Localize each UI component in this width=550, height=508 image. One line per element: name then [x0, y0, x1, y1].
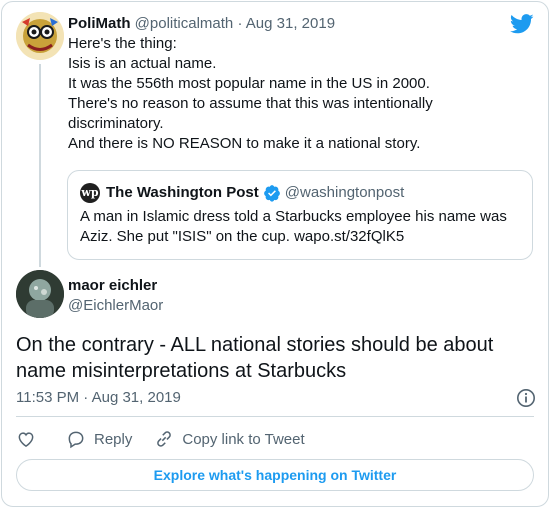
tweet-date[interactable]: Aug 31, 2019: [92, 389, 181, 406]
info-icon[interactable]: [516, 388, 536, 408]
reply-bubble-icon: [68, 431, 84, 449]
quoted-author-name: The Washington Post: [106, 184, 259, 201]
reply-label: Reply: [94, 430, 133, 448]
tweet-line: And there is NO REASON to make it a nati…: [68, 135, 421, 152]
tweet-line: Here's the thing:: [68, 35, 177, 52]
parent-tweet-text: Here's the thing: Isis is an actual name…: [68, 34, 536, 154]
parent-tweet-header: PoliMath @politicalmath · Aug 31, 2019: [68, 14, 536, 34]
tweet-time[interactable]: 11:53 PM: [16, 389, 79, 406]
heart-icon: [18, 432, 34, 447]
tweet-line: Isis is an actual name.: [68, 55, 217, 72]
verified-badge-icon: [263, 185, 280, 202]
tweet-timestamp: 11:53 PM · Aug 31, 2019: [16, 388, 536, 408]
tweet-actions: Reply Copy link to Tweet: [16, 428, 327, 450]
tweet-line: It was the 556th most popular name in th…: [68, 75, 430, 92]
like-button[interactable]: [16, 429, 44, 449]
avatar-photo: [16, 270, 64, 318]
copy-link-button[interactable]: Copy link to Tweet: [154, 429, 305, 449]
washington-post-logo-icon: wp: [80, 183, 100, 203]
separator: ·: [237, 15, 243, 32]
explore-twitter-button[interactable]: Explore what's happening on Twitter: [16, 459, 534, 491]
quoted-author-handle: @washingtonpost: [284, 184, 405, 201]
avatar-maor-eichler[interactable]: [16, 270, 64, 318]
tweet-line: There's no reason to assume that this wa…: [68, 95, 433, 112]
avatar-polimath[interactable]: [16, 12, 64, 60]
tweet-line: discriminatory.: [68, 115, 164, 132]
reply-tweet-text: On the contrary - ALL national stories s…: [16, 334, 494, 382]
quoted-tweet[interactable]: wp The Washington Post @washingtonpost A…: [67, 170, 533, 260]
avatar-illustration: [16, 12, 64, 60]
reply-author-name[interactable]: maor eichler: [68, 276, 163, 296]
author-name[interactable]: PoliMath: [68, 15, 131, 32]
thread-connector-line: [39, 64, 41, 267]
reply-author-handle[interactable]: @EichlerMaor: [68, 296, 163, 316]
reply-button[interactable]: Reply: [66, 429, 132, 449]
divider: [16, 416, 534, 417]
separator: ·: [83, 389, 89, 406]
author-handle[interactable]: @politicalmath: [135, 15, 234, 32]
copy-link-label: Copy link to Tweet: [182, 430, 305, 448]
link-icon: [157, 431, 172, 447]
reply-tweet-header: maor eichler @EichlerMaor: [16, 270, 536, 320]
tweet-date[interactable]: Aug 31, 2019: [246, 15, 335, 32]
quoted-tweet-header: wp The Washington Post @washingtonpost: [80, 183, 520, 203]
quoted-tweet-text: A man in Islamic dress told a Starbucks …: [80, 208, 507, 245]
